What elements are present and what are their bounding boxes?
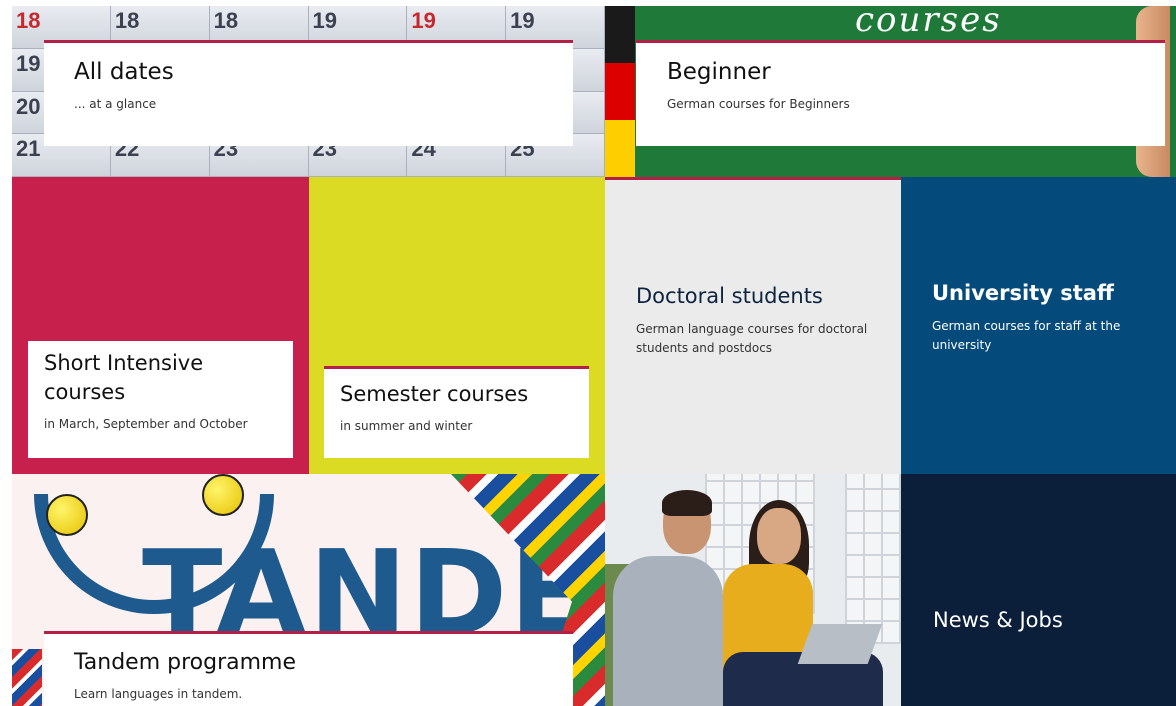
semester-subtitle: in summer and winter — [340, 419, 473, 433]
short-intensive-card[interactable]: Short Intensive courses in March, Septem… — [28, 341, 293, 458]
calendar-day: 19 — [16, 50, 41, 76]
beginner-title[interactable]: Beginner — [667, 59, 1134, 85]
news-jobs-title[interactable]: News & Jobs — [933, 608, 1063, 632]
student-man-image — [613, 490, 723, 706]
staff-subtitle: German courses for staff at the universi… — [932, 319, 1121, 352]
beginner-card[interactable]: Beginner German courses for Beginners — [636, 40, 1165, 146]
all-dates-title[interactable]: All dates — [74, 59, 543, 85]
calendar-day: 19 — [411, 8, 436, 33]
calendar-day: 19 — [312, 8, 337, 33]
calendar-day: 18 — [16, 8, 41, 33]
semester-title[interactable]: Semester courses — [340, 379, 573, 409]
calendar-day: 20 — [16, 93, 41, 119]
doctoral-title[interactable]: Doctoral students — [636, 284, 881, 308]
window-image — [845, 474, 901, 644]
calendar-day: 21 — [16, 136, 41, 162]
calendar-day: 19 — [510, 8, 535, 33]
tile-doctoral-students[interactable]: Doctoral students German language course… — [605, 177, 901, 474]
calendar-day: 18 — [114, 8, 140, 33]
chalkboard-text: courses — [855, 6, 1002, 40]
students-photo — [605, 474, 901, 706]
tile-semester-courses[interactable]: Semester courses in summer and winter — [309, 177, 605, 474]
short-intensive-subtitle: in March, September and October — [44, 417, 248, 431]
tile-university-staff[interactable]: University staff German courses for staf… — [901, 177, 1176, 474]
tile-tandem[interactable]: TANDEM Tandem programme Learn languages … — [12, 474, 605, 706]
calendar-day: 18 — [213, 8, 239, 33]
tile-news-jobs[interactable]: News & Jobs — [901, 474, 1176, 706]
tile-short-intensive[interactable]: Short Intensive courses in March, Septem… — [12, 177, 309, 474]
staff-title[interactable]: University staff — [932, 281, 1162, 305]
tandem-subtitle: Learn languages in tandem. — [74, 687, 243, 701]
german-flag-image — [605, 6, 635, 177]
all-dates-subtitle: ... at a glance — [74, 97, 157, 111]
beginner-subtitle: German courses for Beginners — [667, 97, 850, 111]
flags-image — [12, 649, 42, 706]
short-intensive-title[interactable]: Short Intensive courses — [44, 349, 277, 407]
semester-card[interactable]: Semester courses in summer and winter — [324, 366, 589, 458]
smiley-icon — [202, 474, 244, 516]
tandem-title[interactable]: Tandem programme — [74, 650, 543, 675]
laptop-image — [797, 624, 883, 664]
tandem-card[interactable]: Tandem programme Learn languages in tand… — [44, 631, 573, 706]
smiley-icon — [46, 494, 88, 536]
all-dates-card[interactable]: All dates ... at a glance — [44, 40, 573, 146]
doctoral-subtitle: German language courses for doctoral stu… — [636, 322, 868, 355]
